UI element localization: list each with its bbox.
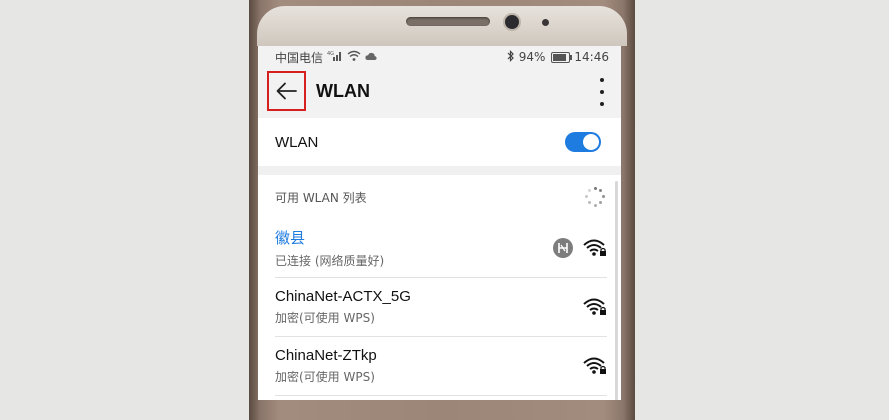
status-bar: 中国电信 4G 94% 14:46 [258, 46, 621, 68]
clock: 14:46 [574, 50, 609, 64]
cloud-icon [365, 51, 377, 64]
wifi-lock-icon [583, 239, 606, 256]
network-status: 加密(可使用 WPS) [275, 311, 375, 325]
bluetooth-icon [507, 49, 515, 65]
wifi-status-icon [347, 50, 361, 64]
network-item[interactable]: ChinaNet-ACTX_5G 加密(可使用 WPS) [275, 278, 607, 337]
battery-icon [551, 51, 573, 63]
network-status: 已连接 (网络质量好) [275, 254, 385, 268]
network-name: 徽县 [275, 230, 306, 247]
wifi-lock-icon [583, 298, 606, 315]
more-vert-icon [600, 78, 604, 82]
phone-top-bezel [257, 6, 627, 46]
more-options-button[interactable] [597, 78, 607, 106]
network-item[interactable]: ChinaNet-ZTkp 加密(可使用 WPS) [275, 337, 607, 396]
network-status: 加密(可使用 WPS) [275, 370, 375, 384]
front-camera [505, 15, 519, 29]
earpiece-speaker [406, 17, 490, 26]
wlan-switch[interactable] [565, 132, 601, 152]
wifi-lock-icon [583, 357, 606, 374]
proximity-sensor [542, 19, 549, 26]
page-title: WLAN [316, 81, 370, 101]
loading-spinner-icon [585, 187, 605, 207]
wlan-toggle-label: WLAN [275, 133, 319, 151]
app-bar: WLAN [258, 68, 621, 118]
wlan-toggle-row[interactable]: WLAN [258, 118, 621, 166]
section-divider [258, 166, 621, 175]
back-button[interactable] [267, 71, 306, 111]
network-type: 4G [327, 51, 334, 57]
network-item-connected[interactable]: 徽县 已连接 (网络质量好) [275, 219, 607, 278]
section-title: 可用 WLAN 列表 [275, 190, 367, 205]
network-name: ChinaNet-ZTkp [275, 347, 377, 364]
scrollbar[interactable] [615, 181, 618, 400]
network-name: ChinaNet-ACTX_5G [275, 288, 411, 305]
signal-icon: 4G [327, 50, 343, 64]
arrow-left-icon [276, 82, 297, 100]
carrier-name: 中国电信 [275, 50, 324, 65]
available-networks-header: 可用 WLAN 列表 [258, 175, 621, 219]
huawei-share-icon[interactable] [553, 238, 573, 258]
phone-screen: 中国电信 4G 94% 14:46 WLAN WLAN 可用 WLAN 列表 徽… [258, 46, 621, 400]
network-list: 可用 WLAN 列表 徽县 已连接 (网络质量好) ChinaNet-ACTX_… [258, 175, 621, 400]
battery-percent: 94% [518, 50, 546, 64]
